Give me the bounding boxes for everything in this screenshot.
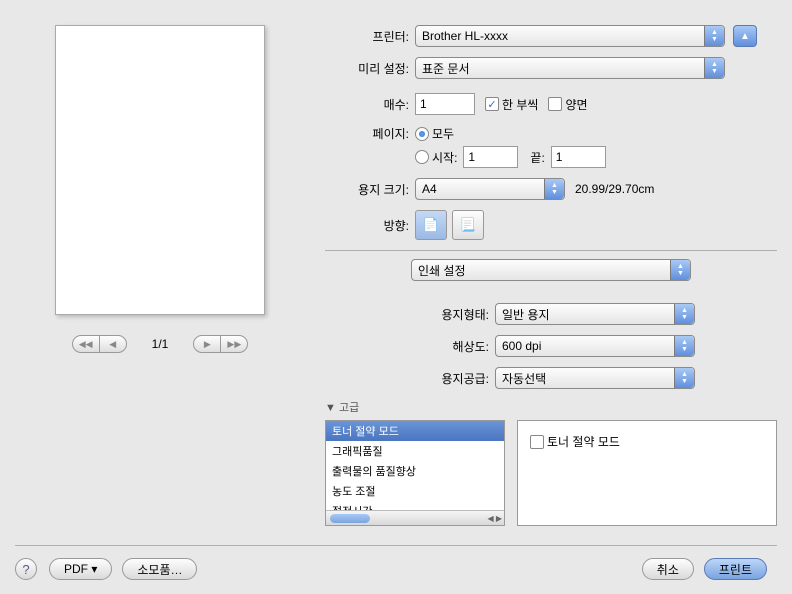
updown-icon: ▲▼	[674, 336, 694, 356]
landscape-button[interactable]: 📃	[452, 210, 484, 240]
pages-from-label: 시작:	[432, 149, 457, 166]
paper-source-value: 자동선택	[502, 370, 546, 387]
updown-icon: ▲▼	[674, 368, 694, 388]
toner-save-checkbox[interactable]	[530, 435, 544, 449]
preview-pager: ◀◀ ◀ 1/1 ▶ ▶▶	[15, 335, 305, 353]
divider	[325, 250, 777, 251]
updown-icon: ▲▼	[704, 58, 724, 78]
preset-label: 미리 설정:	[325, 60, 415, 77]
preview-page	[55, 25, 265, 315]
resolution-value: 600 dpi	[502, 339, 541, 353]
printer-label: 프린터:	[325, 28, 415, 45]
paper-size-select[interactable]: A4 ▲▼	[415, 178, 565, 200]
section-select[interactable]: 인쇄 설정 ▲▼	[411, 259, 691, 281]
advanced-detail-panel: 토너 절약 모드	[517, 420, 777, 526]
scroll-thumb[interactable]	[330, 514, 370, 523]
advanced-toggle[interactable]: ▼ 고급	[325, 399, 777, 415]
supplies-button[interactable]: 소모품…	[122, 558, 197, 580]
list-item[interactable]: 농도 조절	[326, 481, 504, 501]
paper-dimensions: 20.99/29.70cm	[575, 182, 654, 196]
list-item[interactable]: 토너 절약 모드	[326, 421, 504, 441]
preset-value: 표준 문서	[422, 60, 470, 77]
updown-icon: ▲▼	[674, 304, 694, 324]
pages-range-radio[interactable]	[415, 150, 429, 164]
landscape-icon: 📃	[460, 217, 476, 233]
updown-icon: ▲▼	[670, 260, 690, 280]
paper-size-value: A4	[422, 182, 437, 196]
collated-label: 한 부씩	[502, 96, 538, 113]
settings-panel: 프린터: Brother HL-xxxx ▲▼ ▲ 미리 설정: 표준 문서 ▲…	[325, 15, 777, 526]
updown-icon: ▲▼	[704, 26, 724, 46]
updown-icon: ▲▼	[544, 179, 564, 199]
copies-label: 매수:	[325, 96, 415, 113]
advanced-listbox[interactable]: 토너 절약 모드 그래픽품질 출력물의 품질향상 농도 조절 절전시간 다른 인…	[325, 420, 505, 526]
dialog-footer: ? PDF ▾ 소모품… 취소 프린트	[15, 545, 777, 580]
paper-source-select[interactable]: 자동선택 ▲▼	[495, 367, 695, 389]
pages-label: 페이지:	[325, 125, 415, 142]
paper-size-label: 용지 크기:	[325, 181, 415, 198]
orientation-label: 방향:	[325, 217, 415, 234]
media-type-select[interactable]: 일반 용지 ▲▼	[495, 303, 695, 325]
next-page-button[interactable]: ▶	[193, 335, 221, 353]
paper-source-label: 용지공급:	[325, 370, 495, 387]
media-type-value: 일반 용지	[502, 306, 550, 323]
preset-select[interactable]: 표준 문서 ▲▼	[415, 57, 725, 79]
printer-select[interactable]: Brother HL-xxxx ▲▼	[415, 25, 725, 47]
toner-save-label: 토너 절약 모드	[547, 433, 620, 450]
help-button[interactable]: ?	[15, 558, 37, 580]
resolution-select[interactable]: 600 dpi ▲▼	[495, 335, 695, 357]
preview-panel: ◀◀ ◀ 1/1 ▶ ▶▶	[15, 15, 305, 526]
resolution-label: 해상도:	[325, 338, 495, 355]
portrait-button[interactable]: 📄	[415, 210, 447, 240]
last-page-button[interactable]: ▶▶	[220, 335, 248, 353]
page-to-input[interactable]	[551, 146, 606, 168]
first-page-button[interactable]: ◀◀	[72, 335, 100, 353]
duplex-checkbox[interactable]	[548, 97, 562, 111]
list-scrollbar[interactable]: ◀ ▶	[326, 510, 504, 525]
page-info: 1/1	[152, 337, 169, 351]
printer-value: Brother HL-xxxx	[422, 29, 508, 43]
list-item[interactable]: 그래픽품질	[326, 441, 504, 461]
media-type-label: 용지형태:	[325, 306, 495, 323]
page-from-input[interactable]	[463, 146, 518, 168]
pages-all-label: 모두	[432, 125, 454, 142]
collapse-button[interactable]: ▲	[733, 25, 757, 47]
cancel-button[interactable]: 취소	[642, 558, 694, 580]
list-item[interactable]: 출력물의 품질향상	[326, 461, 504, 481]
scroll-arrows-icon: ◀ ▶	[487, 514, 502, 523]
copies-input[interactable]	[415, 93, 475, 115]
portrait-icon: 📄	[423, 217, 439, 233]
pages-all-radio[interactable]	[415, 127, 429, 141]
section-value: 인쇄 설정	[418, 262, 466, 279]
prev-page-button[interactable]: ◀	[99, 335, 127, 353]
advanced-label: 고급	[339, 402, 359, 414]
print-button[interactable]: 프린트	[704, 558, 767, 580]
collated-checkbox[interactable]: ✓	[485, 97, 499, 111]
pdf-button[interactable]: PDF ▾	[49, 558, 112, 580]
pages-to-label: 끝:	[530, 149, 544, 166]
duplex-label: 양면	[565, 96, 587, 113]
